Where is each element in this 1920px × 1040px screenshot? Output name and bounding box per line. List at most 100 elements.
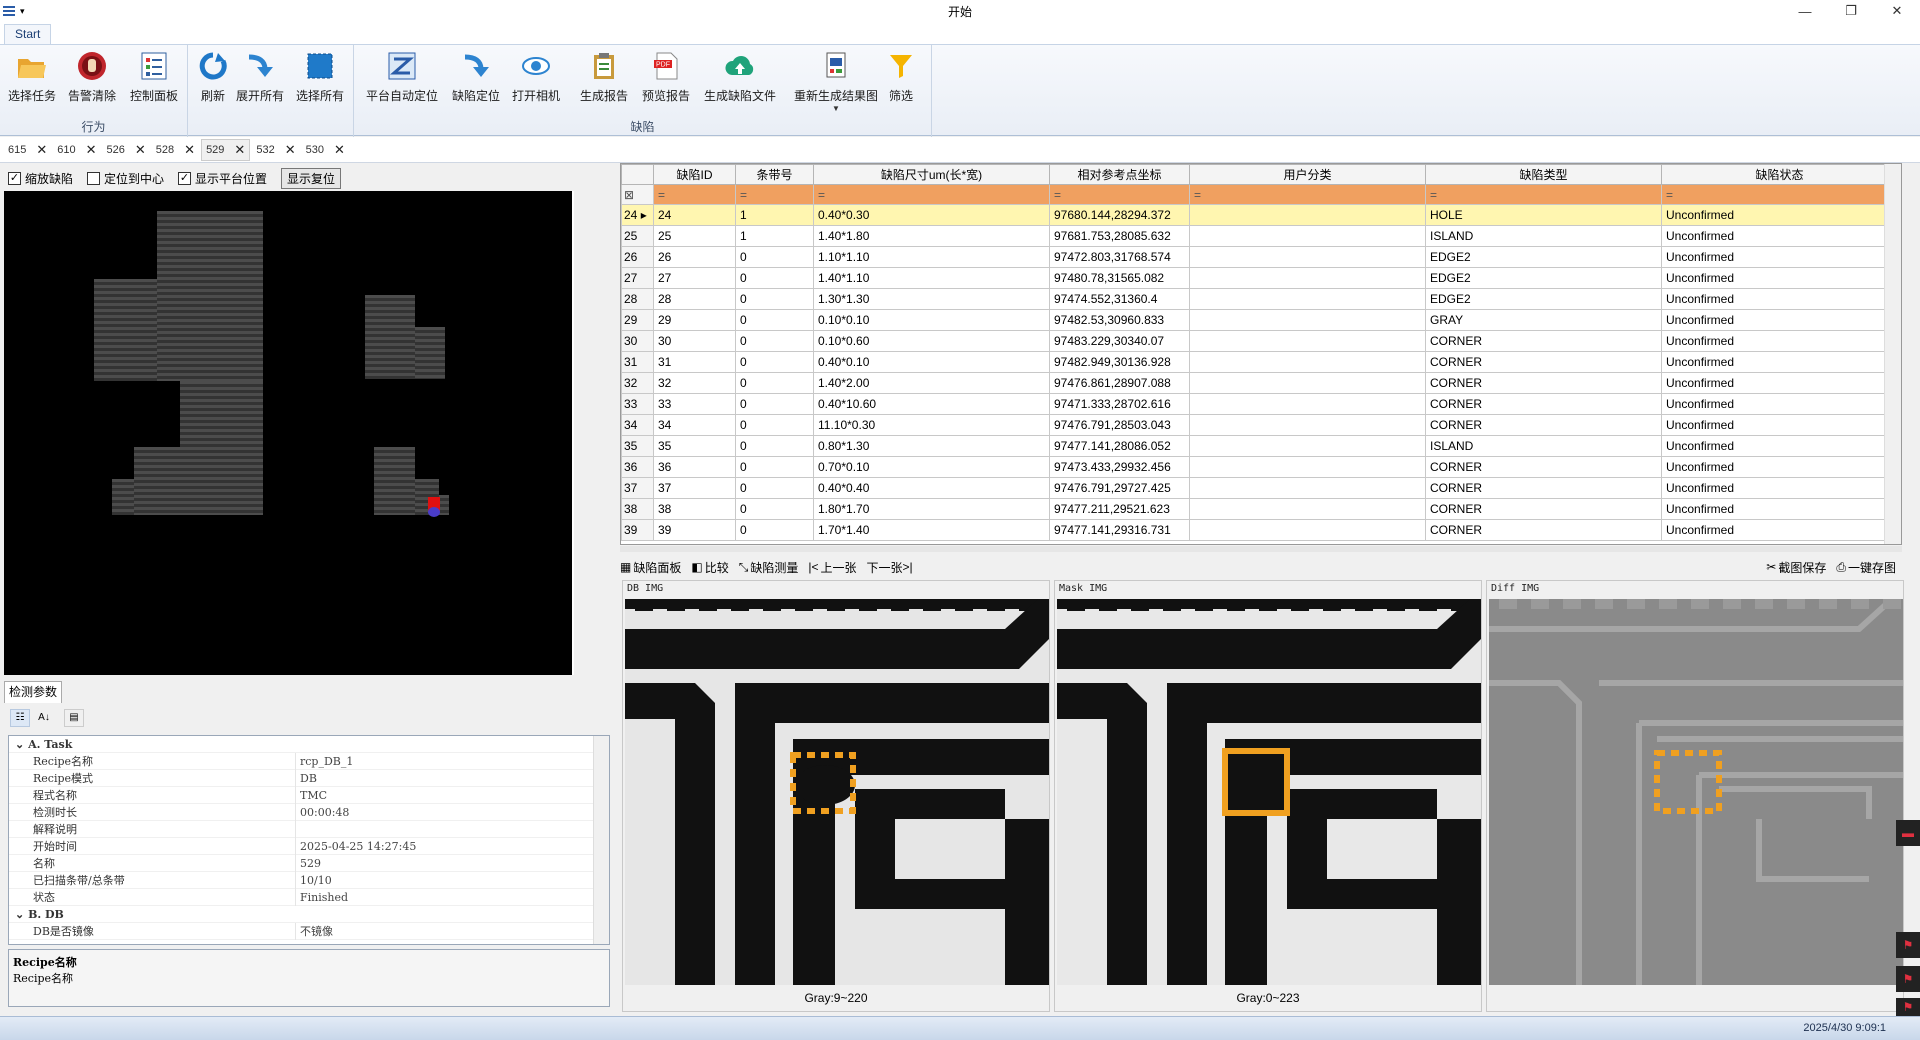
doc-tab[interactable]: 532 ✕ bbox=[252, 139, 299, 161]
property-grid[interactable]: ⌄ A. Task Recipe名称 rcp_DB_1 Recipe模式 DB 程式… bbox=[8, 735, 610, 945]
doc-tab[interactable]: 610 ✕ bbox=[53, 139, 100, 161]
close-tab-icon[interactable]: ✕ bbox=[135, 142, 146, 158]
quick-access-menu-icon[interactable]: ▾ bbox=[0, 0, 30, 22]
generate-defect-file-button[interactable]: 生成缺陷文件 bbox=[704, 49, 776, 104]
panel-splitter[interactable] bbox=[620, 546, 1902, 552]
close-tab-icon[interactable]: ✕ bbox=[86, 142, 97, 158]
select-all-button[interactable]: 选择所有 bbox=[296, 49, 344, 104]
column-header[interactable]: 缺陷状态 bbox=[1661, 164, 1898, 185]
property-category[interactable]: ⌄ A. Task bbox=[9, 736, 609, 753]
property-row[interactable]: 开始时间 2025-04-25 14:27:45 bbox=[9, 837, 609, 855]
property-category[interactable]: ⌄ B. DB bbox=[9, 906, 609, 923]
filter-button[interactable]: 筛选 bbox=[884, 49, 918, 104]
folder-icon[interactable]: ▬ bbox=[1896, 820, 1920, 846]
table-row[interactable]: 38 38 0 1.80*1.70 97477.211,29521.623 CORNER U… bbox=[621, 498, 1898, 520]
show-platform-checkbox[interactable]: ✓ 显示平台位置 bbox=[178, 170, 267, 187]
grid-scrollbar[interactable] bbox=[1884, 164, 1901, 544]
expand-all-button[interactable]: 展开所有 bbox=[236, 49, 284, 104]
table-row[interactable]: 26 26 0 1.10*1.10 97472.803,31768.574 EDGE2 Un… bbox=[621, 246, 1898, 268]
control-panel-button[interactable]: 控制面板 bbox=[130, 49, 178, 104]
mask-image[interactable] bbox=[1057, 599, 1481, 985]
previous-button[interactable]: |< 上一张 bbox=[808, 559, 856, 576]
minimize-button[interactable]: — bbox=[1782, 0, 1828, 22]
screenshot-save-button[interactable]: ✂ 截图保存 bbox=[1766, 559, 1826, 576]
wafer-map[interactable] bbox=[4, 191, 574, 675]
collapse-icon[interactable]: ⌄ bbox=[15, 738, 24, 751]
table-row[interactable]: 32 32 0 1.40*2.00 97476.861,28907.088 CORNER U… bbox=[621, 372, 1898, 394]
reset-display-button[interactable]: 显示复位 bbox=[281, 167, 342, 189]
refresh-button[interactable]: 刷新 bbox=[196, 49, 230, 104]
close-tab-icon[interactable]: ✕ bbox=[234, 142, 245, 158]
doc-tab[interactable]: 615 ✕ bbox=[4, 139, 51, 161]
flag-icon[interactable]: ⚑ bbox=[1896, 998, 1920, 1016]
close-button[interactable]: ✕ bbox=[1874, 0, 1920, 22]
collapse-icon[interactable]: ⌄ bbox=[15, 908, 24, 921]
column-header[interactable]: 缺陷尺寸um(长*宽) bbox=[813, 164, 1050, 185]
property-row[interactable]: 状态 Finished bbox=[9, 888, 609, 906]
close-tab-icon[interactable]: ✕ bbox=[334, 142, 345, 158]
measure-button[interactable]: ⤡ 缺陷测量 bbox=[739, 559, 799, 576]
defect-panel-button[interactable]: ▦ 缺陷面板 bbox=[620, 559, 681, 576]
property-scrollbar[interactable] bbox=[593, 736, 609, 944]
doc-tab[interactable]: 526 ✕ bbox=[103, 139, 150, 161]
property-row[interactable]: 已扫描条带/总条带 10/10 bbox=[9, 871, 609, 889]
property-row[interactable]: 名称 529 bbox=[9, 854, 609, 872]
filter-cell[interactable]: = bbox=[1189, 184, 1426, 205]
table-row[interactable]: 33 33 0 0.40*10.60 97471.333,28702.616 CORNER… bbox=[621, 393, 1898, 415]
db-image[interactable] bbox=[625, 599, 1049, 985]
table-row[interactable]: 31 31 0 0.40*0.10 97482.949,30136.928 CORNER U… bbox=[621, 351, 1898, 373]
next-button[interactable]: 下一张 >| bbox=[866, 559, 914, 576]
column-header[interactable]: 缺陷类型 bbox=[1425, 164, 1662, 185]
doc-tab[interactable]: 530 ✕ bbox=[302, 139, 349, 161]
compare-button[interactable]: ◧ 比较 bbox=[691, 559, 728, 576]
doc-tab[interactable]: 528 ✕ bbox=[152, 139, 199, 161]
doc-tab-active[interactable]: 529 ✕ bbox=[201, 138, 251, 161]
center-checkbox[interactable]: 定位到中心 bbox=[87, 170, 164, 187]
open-camera-button[interactable]: 打开相机 bbox=[512, 49, 560, 104]
property-pages-icon[interactable]: ▤ bbox=[64, 709, 84, 727]
property-row[interactable]: Recipe名称 rcp_DB_1 bbox=[9, 752, 609, 770]
dropdown-arrow-icon[interactable]: ▼ bbox=[832, 104, 840, 113]
regenerate-result-button[interactable]: 重新生成结果图 ▼ bbox=[794, 49, 878, 113]
property-row[interactable]: 解释说明 bbox=[9, 820, 609, 838]
filter-edit-icon[interactable]: ⊠ bbox=[621, 184, 654, 205]
table-row[interactable]: 30 30 0 0.10*0.60 97483.229,30340.07 CORNER Un… bbox=[621, 330, 1898, 352]
column-header[interactable]: 相对参考点坐标 bbox=[1049, 164, 1190, 185]
table-row[interactable]: 34 34 0 11.10*0.30 97476.791,28503.043 CORNER… bbox=[621, 414, 1898, 436]
tab-params[interactable]: 检测参数 bbox=[4, 681, 63, 703]
clear-alarm-button[interactable]: 告警清除 bbox=[68, 49, 116, 104]
table-row[interactable]: 37 37 0 0.40*0.40 97476.791,29727.425 CORNER U… bbox=[621, 477, 1898, 499]
property-row[interactable]: 检测时长 00:00:48 bbox=[9, 803, 609, 821]
generate-report-button[interactable]: 生成报告 bbox=[580, 49, 628, 104]
close-tab-icon[interactable]: ✕ bbox=[36, 142, 47, 158]
flag-icon[interactable]: ⚑ bbox=[1896, 966, 1920, 992]
preview-report-button[interactable]: PDF 预览报告 bbox=[642, 49, 690, 104]
restore-button[interactable]: ❐ bbox=[1828, 0, 1874, 22]
table-row[interactable]: 25 25 1 1.40*1.80 97681.753,28085.632 ISLAND U… bbox=[621, 225, 1898, 247]
diff-image[interactable] bbox=[1489, 599, 1903, 985]
tab-start[interactable]: Start bbox=[4, 24, 52, 44]
property-row[interactable]: DB是否镜像 不镜像 bbox=[9, 922, 609, 940]
property-row[interactable]: 程式名称 TMC bbox=[9, 786, 609, 804]
flag-icon[interactable]: ⚑ bbox=[1896, 932, 1920, 958]
save-all-images-button[interactable]: ⎙ 一键存图 bbox=[1836, 559, 1896, 576]
table-row[interactable]: 27 27 0 1.40*1.10 97480.78,31565.082 EDGE2 Unc… bbox=[621, 267, 1898, 289]
table-row[interactable]: 29 29 0 0.10*0.10 97482.53,30960.833 GRAY Unco… bbox=[621, 309, 1898, 331]
filter-cell[interactable]: = bbox=[653, 184, 736, 205]
select-task-button[interactable]: 选择任务 bbox=[8, 49, 56, 104]
table-row[interactable]: 28 28 0 1.30*1.30 97474.552,31360.4 EDGE2 Unco… bbox=[621, 288, 1898, 310]
column-header[interactable]: 缺陷ID bbox=[653, 164, 736, 185]
close-tab-icon[interactable]: ✕ bbox=[184, 142, 195, 158]
zoom-defect-checkbox[interactable]: ✓ 缩放缺陷 bbox=[8, 170, 73, 187]
defect-locate-button[interactable]: 缺陷定位 bbox=[452, 49, 500, 104]
column-header[interactable]: 条带号 bbox=[735, 164, 814, 185]
categorized-view-icon[interactable]: ☷ bbox=[10, 709, 30, 727]
filter-cell[interactable]: = bbox=[1049, 184, 1190, 205]
column-header[interactable]: 用户分类 bbox=[1189, 164, 1426, 185]
table-row[interactable]: 24 ▸ 24 1 0.40*0.30 97680.144,28294.372 HOLE U… bbox=[621, 204, 1898, 226]
property-row[interactable]: Recipe模式 DB bbox=[9, 769, 609, 787]
table-row[interactable]: 39 39 0 1.70*1.40 97477.141,29316.731 CORNER U… bbox=[621, 519, 1898, 541]
close-tab-icon[interactable]: ✕ bbox=[285, 142, 296, 158]
sort-alpha-icon[interactable]: A↓ bbox=[34, 709, 54, 727]
filter-cell[interactable]: = bbox=[813, 184, 1050, 205]
